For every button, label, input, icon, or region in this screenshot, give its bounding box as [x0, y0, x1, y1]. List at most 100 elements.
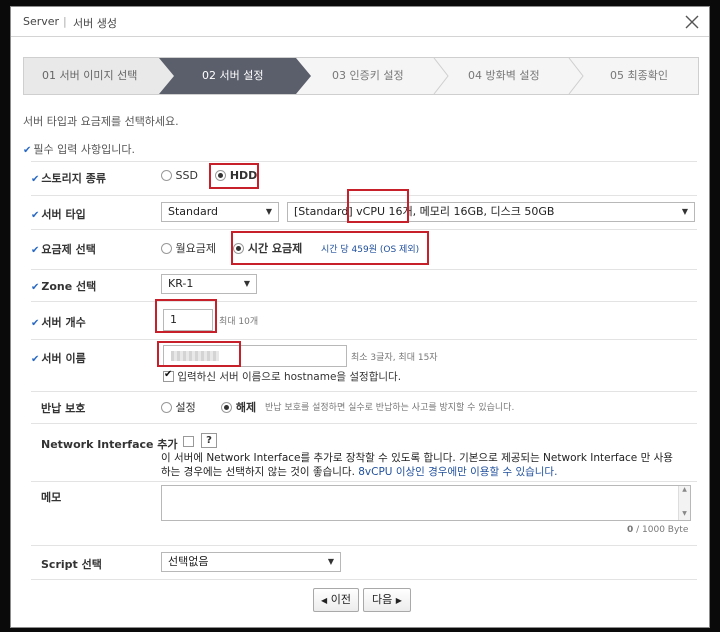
divider — [31, 161, 697, 162]
divider — [31, 579, 697, 580]
nic-checkbox[interactable] — [183, 435, 194, 448]
storage-ssd-option[interactable]: SSD — [161, 169, 198, 182]
prev-button[interactable]: ◀ 이전 — [313, 588, 359, 612]
chevron-down-icon: ▼ — [327, 557, 334, 566]
hostname-check-label: 입력하신 서버 이름으로 hostname을 설정합니다. — [177, 371, 402, 383]
divider — [31, 229, 697, 230]
highlight-box — [347, 189, 409, 223]
plan-label-text: 요금제 선택 — [41, 243, 96, 256]
divider — [31, 481, 697, 482]
step-3: 03 인증키 설정 — [332, 69, 404, 82]
title-bar: Server | 서버 생성 — [11, 7, 709, 37]
chevron-right-icon: ▶ — [395, 596, 402, 605]
memo-byte-limit: / 1000 Byte — [636, 525, 689, 535]
required-note-text: 필수 입력 사항입니다. — [33, 143, 135, 156]
chevron-left-icon: ◀ — [321, 596, 328, 605]
monthly-label: 월요금제 — [175, 242, 216, 255]
protect-on-label: 설정 — [175, 401, 196, 414]
server-type-value: Standard — [168, 205, 219, 218]
nic-desc-line2: 하는 경우에는 선택하지 않는 것이 좋습니다. 8vCPU 이상인 경우에만 … — [161, 465, 701, 479]
close-icon[interactable] — [683, 13, 701, 31]
script-value: 선택없음 — [168, 555, 209, 568]
check-icon: ✔ — [31, 318, 40, 329]
create-server-dialog: Server | 서버 생성 01 서버 이미지 선택 02 서버 설정 03 … — [10, 6, 710, 628]
spec-prefix: [Standard] — [294, 205, 353, 218]
divider — [31, 545, 697, 546]
nic-description: 이 서버에 Network Interface를 추가로 장착할 수 있도록 합… — [161, 451, 701, 479]
plan-label: ✔ 요금제 선택 — [31, 241, 96, 257]
server-name-label-text: 서버 이름 — [41, 352, 86, 365]
radio-monthly[interactable] — [161, 243, 172, 254]
hostname-checkbox-row[interactable]: 입력하신 서버 이름으로 hostname을 설정합니다. — [163, 369, 401, 384]
check-icon: ✔ — [31, 282, 40, 293]
step-4: 04 방화벽 설정 — [468, 69, 540, 82]
protect-note: 반납 보호를 설정하면 실수로 반납하는 사고를 방지할 수 있습니다. — [265, 403, 515, 413]
check-icon: ✔ — [31, 174, 40, 185]
divider — [31, 391, 697, 392]
zone-label: ✔ Zone 선택 — [31, 278, 96, 294]
zone-select[interactable]: KR-1 ▼ — [161, 274, 257, 294]
nic-desc-highlight: 8vCPU 이상인 경우에만 이용할 수 있습니다. — [358, 466, 558, 478]
server-name-label: ✔ 서버 이름 — [31, 350, 86, 366]
title-separator: | — [63, 15, 67, 28]
chevron-down-icon: ▼ — [681, 207, 688, 216]
zone-label-text: Zone 선택 — [41, 280, 97, 293]
memo-textarea[interactable]: ▲ ▼ — [161, 485, 691, 521]
scroll-down-icon[interactable]: ▼ — [679, 510, 690, 518]
zone-value: KR-1 — [168, 277, 194, 290]
divider — [31, 301, 697, 302]
step-2-active: 02 서버 설정 — [202, 69, 264, 82]
highlight-box — [157, 341, 241, 367]
chevron-down-icon: ▼ — [265, 207, 272, 216]
divider — [31, 339, 697, 340]
prev-label: 이전 — [330, 593, 351, 606]
window-title: Server — [23, 15, 60, 28]
highlight-box — [231, 231, 429, 265]
divider — [31, 423, 697, 424]
spec-rest: , 메모리 16GB, 디스크 50GB — [412, 205, 555, 218]
step-5: 05 최종확인 — [610, 69, 668, 82]
window-subtitle: 서버 생성 — [73, 17, 117, 30]
check-icon: ✔ — [23, 145, 32, 156]
chevron-down-icon: ▼ — [243, 279, 250, 288]
ssd-label: SSD — [175, 169, 198, 182]
server-count-label-text: 서버 개수 — [41, 316, 86, 329]
next-label: 다음 — [372, 593, 393, 606]
hostname-checkbox[interactable] — [163, 369, 174, 382]
server-type-label-text: 서버 타입 — [41, 208, 86, 221]
server-count-label: ✔ 서버 개수 — [31, 314, 86, 330]
storage-label-text: 스토리지 종류 — [41, 172, 106, 185]
step-1: 01 서버 이미지 선택 — [42, 69, 138, 82]
memo-byte-counter: 0 / 1000 Byte — [627, 525, 688, 535]
memo-byte-count: 0 — [627, 525, 634, 535]
instruction-text: 서버 타입과 요금제를 선택하세요. — [23, 115, 179, 128]
memo-scrollbar[interactable]: ▲ ▼ — [678, 486, 690, 520]
server-type-select[interactable]: Standard ▼ — [161, 202, 279, 222]
check-icon: ✔ — [31, 354, 40, 365]
wizard-steps: 01 서버 이미지 선택 02 서버 설정 03 인증키 설정 04 방화벽 설… — [23, 57, 699, 95]
nic-desc-text: 하는 경우에는 선택하지 않는 것이 좋습니다. — [161, 466, 359, 478]
memo-label: 메모 — [41, 491, 62, 504]
radio-protect-on[interactable] — [161, 402, 172, 413]
divider — [31, 269, 697, 270]
next-button[interactable]: 다음 ▶ — [363, 588, 411, 612]
server-count-max-note: 최대 10개 — [219, 317, 259, 327]
nic-checkbox-box[interactable] — [183, 436, 194, 447]
help-icon[interactable]: ? — [201, 433, 217, 448]
script-select[interactable]: 선택없음 ▼ — [161, 552, 341, 572]
radio-ssd[interactable] — [161, 170, 172, 181]
scroll-up-icon[interactable]: ▲ — [679, 486, 690, 494]
server-name-rule: 최소 3글자, 최대 15자 — [351, 353, 438, 363]
check-icon: ✔ — [31, 210, 40, 221]
protect-off-option[interactable]: 해제 — [221, 399, 256, 415]
plan-monthly-option[interactable]: 월요금제 — [161, 240, 216, 256]
protect-on-option[interactable]: 설정 — [161, 399, 196, 415]
highlight-box — [155, 299, 217, 333]
script-label: Script 선택 — [41, 558, 102, 571]
server-type-label: ✔ 서버 타입 — [31, 206, 86, 222]
radio-protect-off[interactable] — [221, 402, 232, 413]
nic-desc-line1: 이 서버에 Network Interface를 추가로 장착할 수 있도록 합… — [161, 452, 673, 464]
check-icon: ✔ — [31, 245, 40, 256]
required-note: ✔ 필수 입력 사항입니다. — [23, 141, 135, 157]
storage-label: ✔ 스토리지 종류 — [31, 170, 106, 186]
